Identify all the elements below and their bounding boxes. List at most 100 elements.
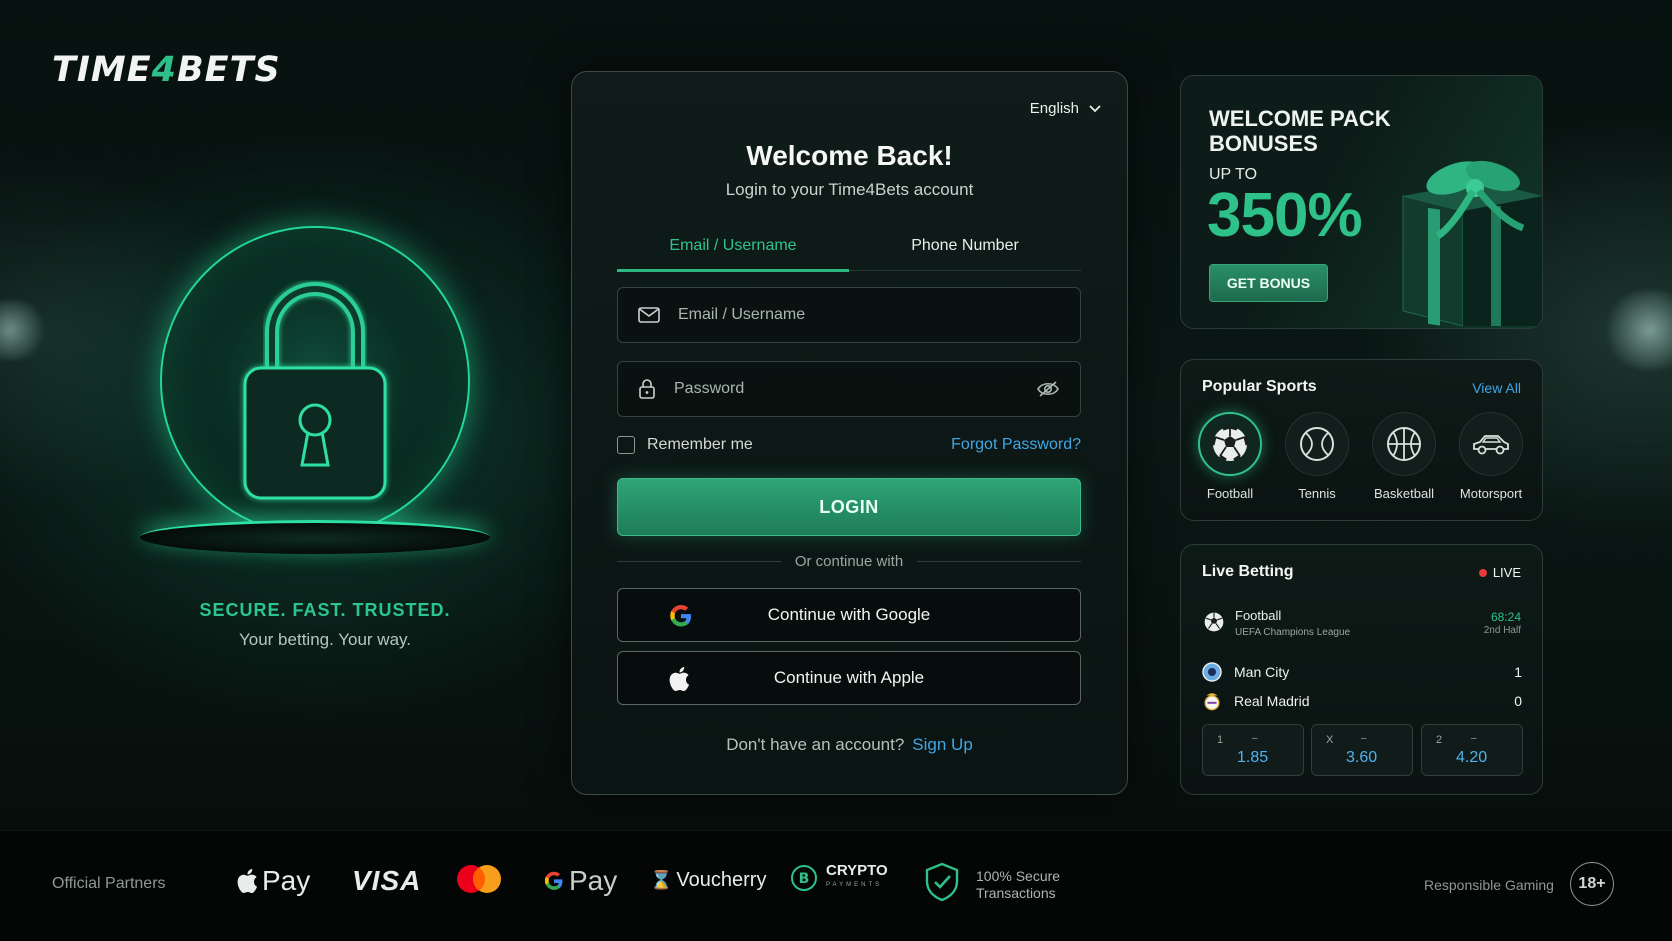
team-row: Real Madrid 0 <box>1202 691 1522 711</box>
remember-me: Remember me <box>617 436 753 454</box>
sport-motorsport-label: Motorsport <box>1459 486 1523 501</box>
sport-tennis-label: Tennis <box>1298 486 1336 501</box>
password-field[interactable] <box>617 361 1081 417</box>
bitcoin-icon: B <box>791 865 817 891</box>
remember-me-checkbox[interactable] <box>617 436 635 454</box>
real-madrid-crest-icon <box>1204 693 1220 711</box>
tab-phone-number[interactable]: Phone Number <box>849 229 1081 270</box>
or-divider: Or continue with <box>617 553 1082 570</box>
sport-basketball[interactable]: Basketball <box>1361 412 1447 501</box>
car-icon <box>1473 435 1509 455</box>
team-name: Real Madrid <box>1234 693 1310 709</box>
no-account-text: Don't have an account? <box>726 735 905 754</box>
divider-line <box>617 561 781 562</box>
email-input[interactable] <box>678 306 1080 324</box>
get-bonus-button[interactable]: GET BONUS <box>1209 264 1328 302</box>
envelope-icon <box>638 307 660 323</box>
password-input[interactable] <box>674 380 1080 398</box>
live-label: LIVE <box>1492 565 1521 580</box>
google-pay-logo: Pay <box>543 865 617 897</box>
apple-login-label: Continue with Apple <box>773 668 925 687</box>
brand-logo[interactable]: TIME4BETS <box>52 50 281 90</box>
login-subtitle: Login to your Time4Bets account <box>725 180 974 199</box>
partners-footer: Official Partners Pay VISA Pay ⌛ Voucher… <box>0 830 1672 941</box>
chevron-down-icon <box>1089 104 1101 112</box>
live-betting-panel: Live Betting LIVE Football UEFA Champion… <box>1180 544 1543 795</box>
partners-label: Official Partners <box>52 875 166 892</box>
login-card: English Welcome Back! Login to your Time… <box>571 71 1128 795</box>
sport-football[interactable]: Football <box>1187 412 1273 501</box>
odds-button-draw[interactable]: X – 3.60 <box>1311 724 1413 776</box>
sport-motorsport-circle <box>1459 412 1523 476</box>
svg-text:B: B <box>799 871 810 887</box>
hero-illustration <box>140 220 500 560</box>
stadium-light-left <box>0 300 50 360</box>
view-all-link[interactable]: View All <box>1472 380 1521 396</box>
sport-basketball-label: Basketball <box>1374 486 1434 501</box>
odds-label: X <box>1326 734 1334 746</box>
gift-box-icon <box>1402 160 1542 326</box>
google-login-button[interactable]: Continue with Google <box>617 588 1081 642</box>
logo-part-four: 4 <box>151 50 177 90</box>
visa-logo: VISA <box>352 865 422 896</box>
logo-part-bets: BETS <box>177 50 281 90</box>
popular-sports-title: Popular Sports <box>1202 378 1317 395</box>
email-field[interactable] <box>617 287 1081 343</box>
sport-tennis[interactable]: Tennis <box>1274 412 1360 501</box>
match-period: 2nd Half <box>1483 625 1521 636</box>
apple-icon <box>237 869 258 894</box>
sport-football-circle <box>1198 412 1262 476</box>
language-selector[interactable]: English <box>1030 100 1101 117</box>
forgot-password-link[interactable]: Forgot Password? <box>951 436 1081 454</box>
match-time: 68:24 <box>1490 610 1521 624</box>
apple-pay-text: Pay <box>262 865 311 896</box>
hero-platform <box>140 520 490 554</box>
mastercard-icon <box>457 865 501 893</box>
apple-login-button[interactable]: Continue with Apple <box>617 651 1081 705</box>
live-badge: LIVE <box>1478 565 1521 580</box>
stadium-light-right <box>1600 290 1672 370</box>
football-icon <box>1204 612 1224 632</box>
crypto-subtext: PAYMENTS <box>826 882 883 888</box>
live-betting-title: Live Betting <box>1202 563 1294 580</box>
team-row: Man City 1 <box>1202 662 1522 682</box>
tab-email-username[interactable]: Email / Username <box>617 229 849 272</box>
login-button[interactable]: LOGIN <box>617 478 1081 536</box>
odds-value: 4.20 <box>1456 749 1488 766</box>
eye-off-icon[interactable] <box>1036 380 1060 398</box>
language-label: English <box>1029 100 1079 117</box>
odds-value: 1.85 <box>1237 749 1269 766</box>
odds-trend-icon: – <box>1252 733 1258 744</box>
google-icon <box>544 871 563 890</box>
promo-title: WELCOME PACK BONUSES <box>1209 106 1391 156</box>
sport-tennis-circle <box>1285 412 1349 476</box>
apple-icon <box>669 667 690 692</box>
google-login-label: Continue with Google <box>767 605 931 624</box>
signup-row: Don't have an account? Sign Up <box>572 735 1127 755</box>
popular-sports-panel: Popular Sports View All Football Tennis … <box>1180 359 1543 521</box>
odds-trend-icon: – <box>1361 733 1367 744</box>
remember-me-label: Remember me <box>647 436 753 453</box>
signup-link[interactable]: Sign Up <box>912 735 972 754</box>
tennis-icon <box>1300 427 1334 461</box>
football-icon <box>1211 425 1249 462</box>
match-sport: Football <box>1235 608 1282 623</box>
sport-basketball-circle <box>1372 412 1436 476</box>
age-restriction-badge: 18+ <box>1570 862 1614 906</box>
odds-trend-icon: – <box>1471 733 1477 744</box>
sport-motorsport[interactable]: Motorsport <box>1448 412 1534 501</box>
secure-line-2: Transactions <box>976 885 1056 901</box>
google-pay-text: Pay <box>569 865 618 896</box>
hero-tagline: SECURE. FAST. TRUSTED. <box>199 600 451 620</box>
odds-button-away[interactable]: 2 – 4.20 <box>1421 724 1523 776</box>
divider-label: Or continue with <box>794 553 904 570</box>
odds-button-home[interactable]: 1 – 1.85 <box>1202 724 1304 776</box>
basketball-icon <box>1387 427 1421 461</box>
promo-value: 350% <box>1207 181 1363 250</box>
secure-line-1: 100% Secure <box>976 868 1061 884</box>
odds-label: 2 <box>1436 734 1443 746</box>
responsible-gaming-link[interactable]: Responsible Gaming <box>1424 877 1554 893</box>
hourglass-icon: ⌛ <box>650 870 673 890</box>
sport-football-label: Football <box>1206 486 1254 501</box>
live-dot-icon <box>1478 568 1487 577</box>
